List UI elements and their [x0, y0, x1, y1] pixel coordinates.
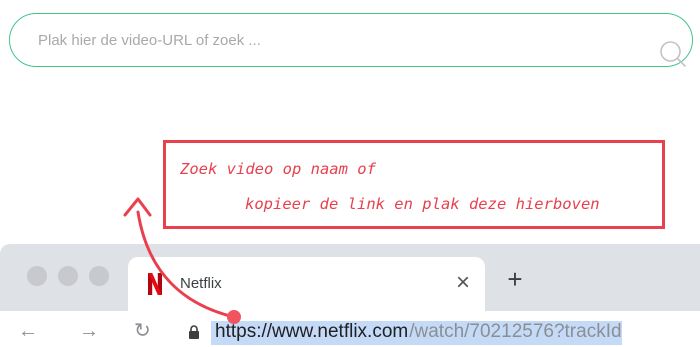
search-icon[interactable] [659, 40, 687, 68]
arrow-head [123, 197, 152, 217]
tab-title: Netflix [180, 275, 222, 292]
browser-window: Netflix × + ← → ↻ https://www.netflix.co… [0, 244, 700, 345]
browser-toolbar: ← → ↻ https://www.netflix.com/watch/7021… [0, 311, 700, 345]
reload-icon[interactable]: ↻ [134, 321, 151, 341]
tab-close-icon[interactable]: × [452, 271, 474, 295]
address-bar-url[interactable]: https://www.netflix.com/watch/70212576?t… [211, 321, 700, 347]
lock-icon[interactable] [188, 325, 200, 339]
url-path: /watch/70212576?trackId [409, 321, 622, 345]
window-control-maximize[interactable] [89, 266, 109, 286]
back-icon[interactable]: ← [18, 321, 38, 341]
url-host: https://www.netflix.com [211, 321, 410, 345]
window-control-minimize[interactable] [58, 266, 78, 286]
new-tab-icon[interactable]: + [503, 266, 527, 292]
search-bar[interactable] [9, 13, 693, 67]
callout-line-1: Zoek video op naam of [180, 160, 376, 178]
callout-line-2: kopieer de link en plak deze hierboven [245, 195, 600, 213]
forward-icon[interactable]: → [79, 321, 99, 341]
search-input[interactable] [38, 14, 628, 66]
window-control-close[interactable] [27, 266, 47, 286]
netflix-logo-icon [148, 273, 162, 295]
browser-tab-netflix[interactable]: Netflix × [128, 257, 485, 311]
instruction-callout: Zoek video op naam of kopieer de link en… [163, 140, 665, 229]
